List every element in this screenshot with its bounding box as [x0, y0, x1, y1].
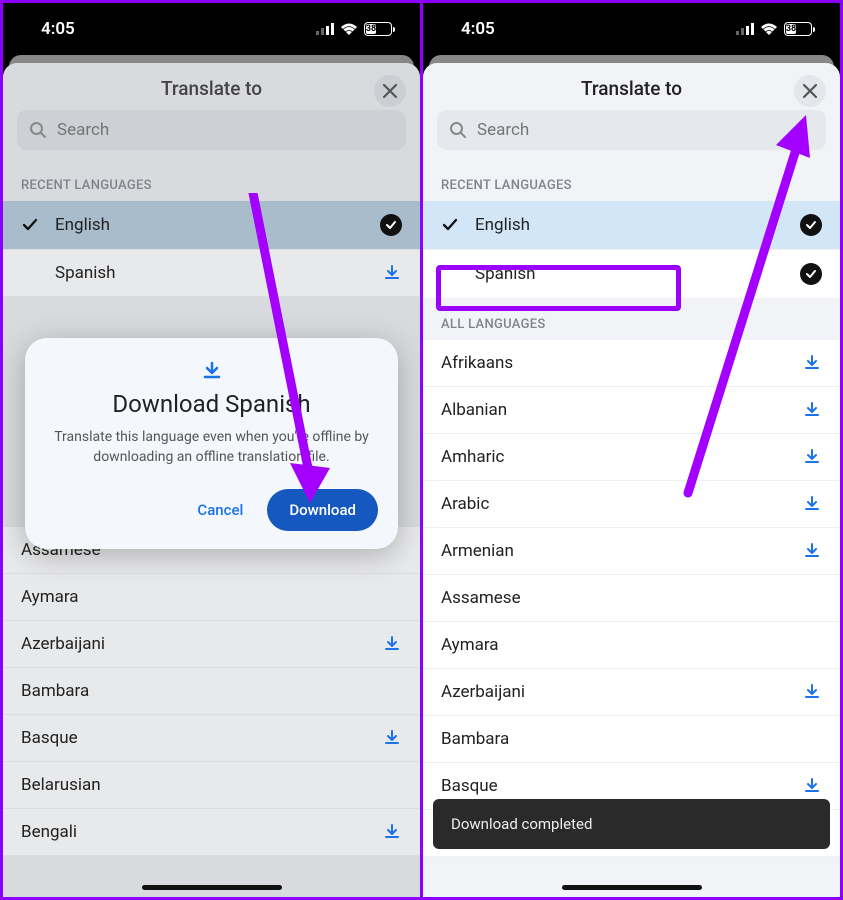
- list-item[interactable]: Azerbaijani: [3, 621, 420, 668]
- home-indicator[interactable]: [142, 885, 282, 890]
- recent-section-label: RECENT LANGUAGES: [423, 160, 840, 201]
- list-item[interactable]: Amharic: [423, 434, 840, 481]
- check-icon: [21, 216, 55, 234]
- downloaded-badge-icon: [800, 263, 822, 285]
- battery-icon: 38: [364, 22, 392, 36]
- list-item[interactable]: Azerbaijani: [423, 669, 840, 716]
- notch: [572, 17, 692, 51]
- list-item[interactable]: Bambara: [423, 716, 840, 763]
- phone-screenshot-right: 4:05 38 Translate to: [423, 3, 840, 897]
- language-label: English: [475, 215, 800, 235]
- phone-screenshot-left: 4:05 38 Translate to: [3, 3, 420, 897]
- recent-section-label: RECENT LANGUAGES: [3, 160, 420, 201]
- downloaded-badge-icon: [380, 214, 402, 236]
- list-item[interactable]: Bambara: [3, 668, 420, 715]
- list-item[interactable]: Assamese: [423, 575, 840, 622]
- language-label: Spanish: [475, 264, 800, 284]
- toast: Download completed: [433, 799, 830, 849]
- sheet-header: Translate to: [423, 63, 840, 110]
- search-input[interactable]: [477, 120, 814, 140]
- notch: [152, 17, 272, 51]
- toast-text: Download completed: [451, 815, 592, 833]
- list-item-english[interactable]: English: [3, 201, 420, 250]
- status-icons: 38: [316, 22, 392, 36]
- download-icon[interactable]: [382, 822, 402, 842]
- list-item[interactable]: Arabic: [423, 481, 840, 528]
- list-item[interactable]: Bengali: [3, 809, 420, 856]
- language-label: English: [55, 215, 380, 235]
- close-button[interactable]: [794, 75, 826, 107]
- search-box[interactable]: [437, 110, 826, 150]
- download-icon[interactable]: [382, 728, 402, 748]
- list-item[interactable]: Aymara: [423, 622, 840, 669]
- download-icon[interactable]: [382, 634, 402, 654]
- list-item[interactable]: Afrikaans: [423, 340, 840, 387]
- cancel-button[interactable]: Cancel: [183, 491, 257, 529]
- dialog-body: Translate this language even when you're…: [45, 428, 378, 467]
- status-icons: 38: [736, 22, 812, 36]
- list-item[interactable]: Armenian: [423, 528, 840, 575]
- download-icon[interactable]: [802, 447, 822, 467]
- language-label: Spanish: [55, 263, 382, 283]
- recent-list: English Spanish: [3, 201, 420, 297]
- list-item-spanish[interactable]: Spanish: [423, 250, 840, 299]
- search-icon: [449, 121, 467, 139]
- download-icon[interactable]: [802, 400, 822, 420]
- recent-list: English Spanish: [423, 201, 840, 299]
- download-button[interactable]: Download: [267, 489, 378, 531]
- close-icon: [383, 84, 397, 98]
- check-icon: [441, 216, 475, 234]
- close-icon: [803, 84, 817, 98]
- sheet-title: Translate to: [161, 77, 262, 100]
- download-icon[interactable]: [382, 263, 402, 283]
- list-item-english[interactable]: English: [423, 201, 840, 250]
- cellular-icon: [736, 23, 754, 35]
- download-icon[interactable]: [802, 353, 822, 373]
- downloaded-badge-icon: [800, 214, 822, 236]
- home-indicator[interactable]: [562, 885, 702, 890]
- list-item[interactable]: Aymara: [3, 574, 420, 621]
- download-dialog: Download Spanish Translate this language…: [25, 338, 398, 549]
- list-item-spanish[interactable]: Spanish: [3, 250, 420, 297]
- battery-icon: 38: [784, 22, 812, 36]
- dialog-title: Download Spanish: [45, 390, 378, 418]
- language-sheet: Translate to RECENT LANGUAGES English: [423, 63, 840, 897]
- wifi-icon: [760, 23, 778, 36]
- download-icon[interactable]: [802, 776, 822, 796]
- search-icon: [29, 121, 47, 139]
- download-icon[interactable]: [802, 682, 822, 702]
- wifi-icon: [340, 23, 358, 36]
- sheet-header: Translate to: [3, 63, 420, 110]
- close-button[interactable]: [374, 75, 406, 107]
- sheet-title: Translate to: [581, 77, 682, 100]
- status-time: 4:05: [461, 19, 495, 39]
- status-time: 4:05: [41, 19, 75, 39]
- list-item[interactable]: Basque: [3, 715, 420, 762]
- all-list: Afrikaans Albanian Amharic Arabic Armeni…: [423, 340, 840, 857]
- search-input[interactable]: [57, 120, 394, 140]
- list-item[interactable]: Belarusian: [3, 762, 420, 809]
- all-section-label: ALL LANGUAGES: [423, 299, 840, 340]
- download-icon[interactable]: [802, 494, 822, 514]
- download-icon[interactable]: [802, 541, 822, 561]
- cellular-icon: [316, 23, 334, 35]
- language-sheet: Translate to RECENT LANGUAGES English: [3, 63, 420, 897]
- list-item[interactable]: Albanian: [423, 387, 840, 434]
- download-icon: [45, 360, 378, 382]
- all-list: Assamese Aymara Azerbaijani Bambara Basq…: [3, 527, 420, 856]
- search-box[interactable]: [17, 110, 406, 150]
